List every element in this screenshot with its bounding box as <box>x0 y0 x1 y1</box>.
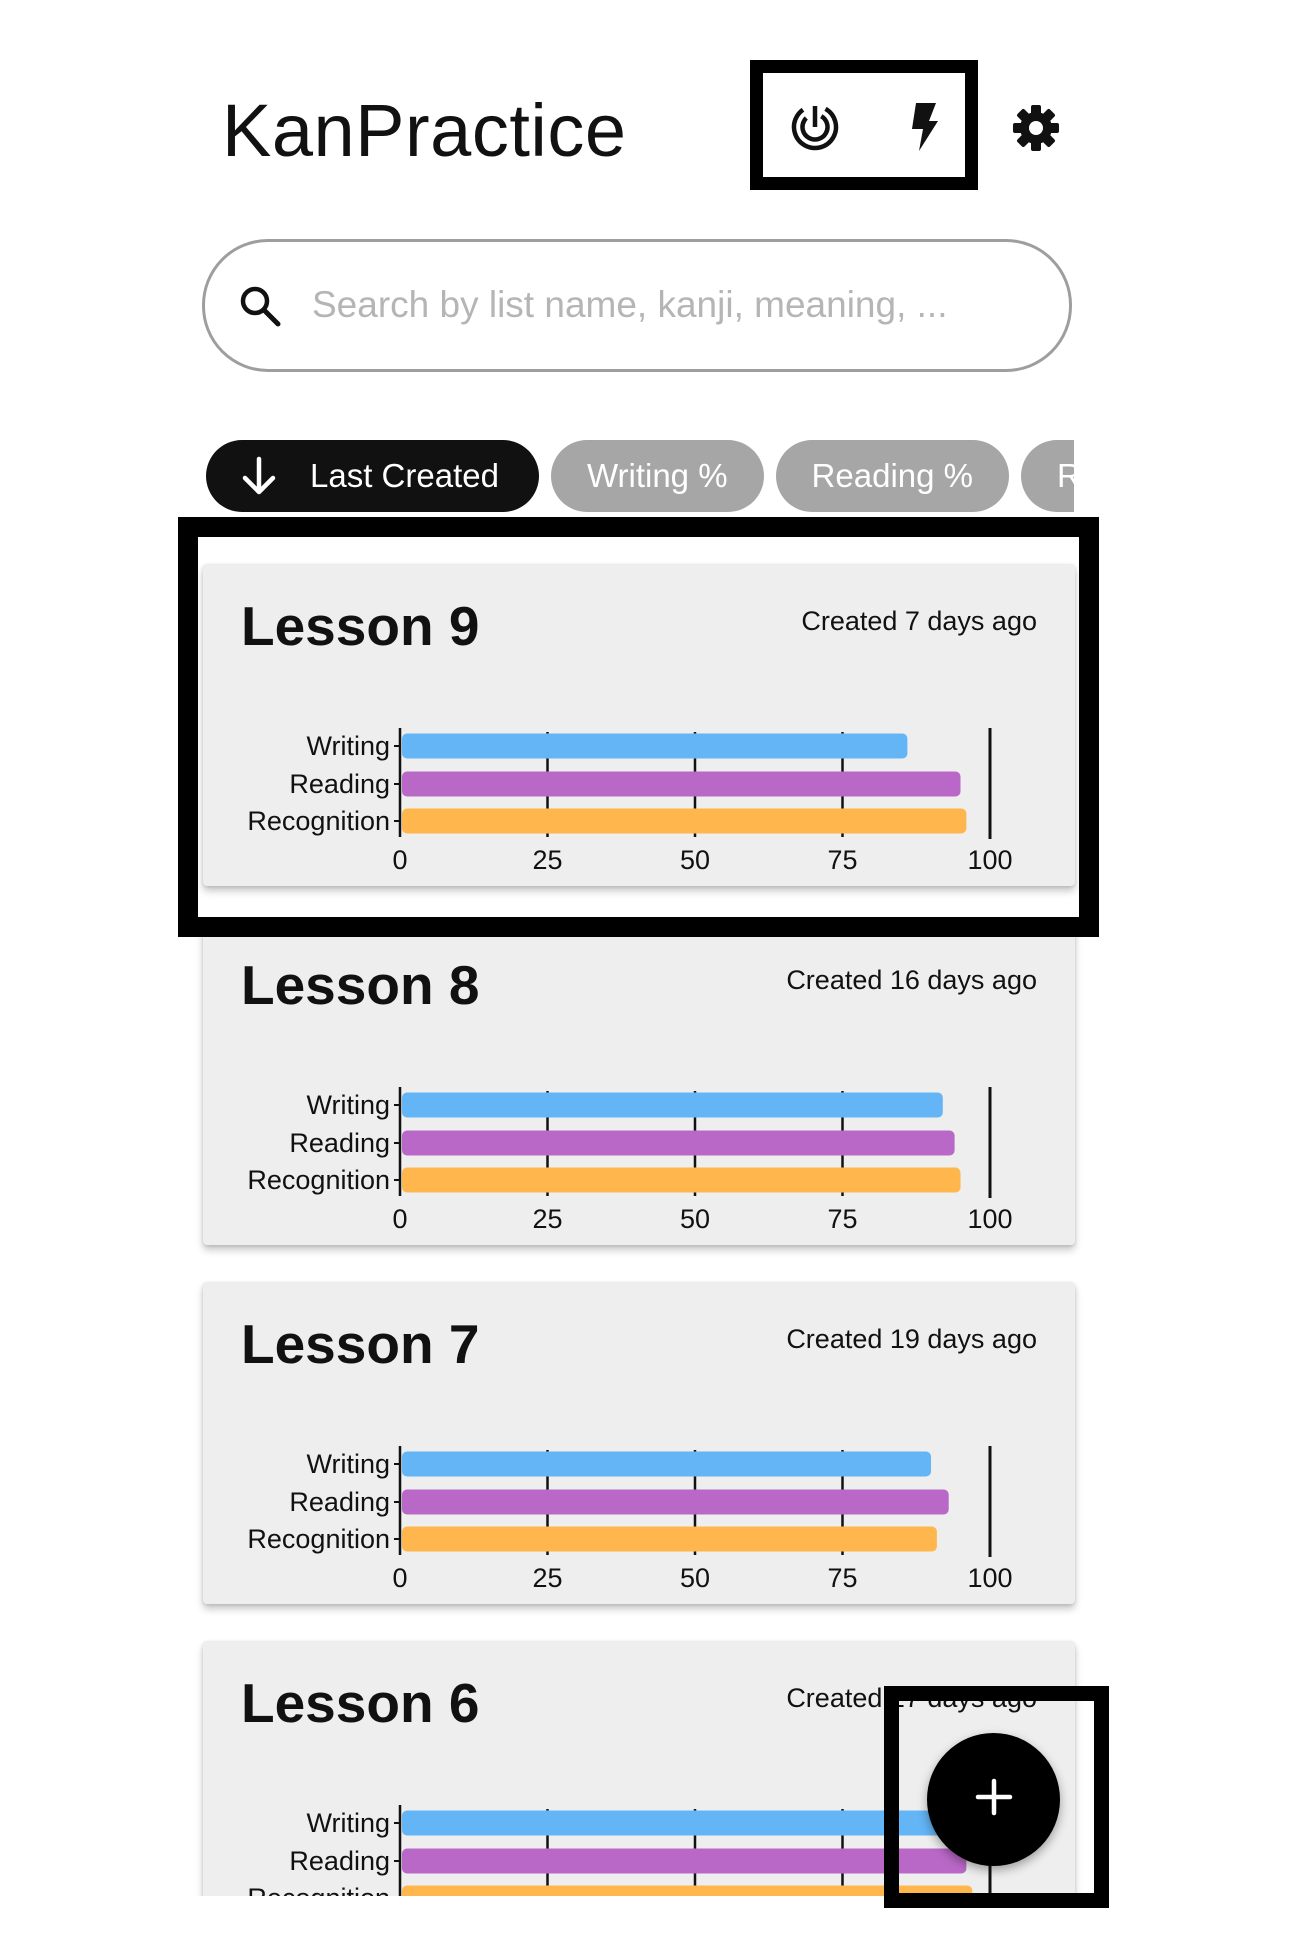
list-created-date: Created 19 days ago <box>786 1324 1037 1354</box>
progress-chart: Writing Reading Recognition0 25 50 75 100 <box>247 728 1013 874</box>
bar-recognition <box>402 1526 937 1552</box>
x-tick-label: 75 <box>827 1563 857 1592</box>
x-tick-label: 0 <box>392 1204 407 1233</box>
category-label: Reading <box>289 769 390 799</box>
bar-reading <box>402 1489 949 1515</box>
list-card[interactable]: Lesson 9 Created 7 days ago Writing Readi… <box>203 564 1075 886</box>
bar-writing <box>402 1810 943 1836</box>
list-card[interactable]: Lesson 7 Created 19 days ago Writing Read… <box>203 1282 1075 1604</box>
bolt-icon[interactable] <box>905 102 945 152</box>
category-label: Recognition <box>247 806 390 836</box>
filter-chip-label: Reading % <box>811 457 973 494</box>
progress-chart: Writing Reading Recognition0 25 50 75 100 <box>247 1087 1013 1233</box>
x-tick-label: 25 <box>532 1204 562 1233</box>
x-tick-label: 0 <box>392 1563 407 1592</box>
x-tick-label: 25 <box>532 845 562 874</box>
filter-chip-writing[interactable]: Writing % <box>550 440 764 512</box>
search-bar[interactable] <box>202 239 1072 372</box>
bar-writing <box>402 1451 931 1477</box>
progress-chart: Writing Reading Recognition0 25 50 75 100 <box>247 1446 1013 1592</box>
filter-chip-last-created[interactable]: Last Created <box>206 440 539 512</box>
x-tick-label: 75 <box>827 1204 857 1233</box>
list-title: Lesson 7 <box>241 1313 480 1375</box>
list-created-date: Created 7 days ago <box>801 606 1037 636</box>
list-card[interactable]: Lesson 8 Created 16 days ago Writing Read… <box>203 923 1075 1245</box>
x-tick-label: 100 <box>967 1204 1012 1233</box>
bar-reading <box>402 1848 967 1874</box>
x-tick-label: 50 <box>680 1563 710 1592</box>
filter-chip-reading[interactable]: Reading % <box>775 440 1009 512</box>
plus-icon <box>972 1775 1016 1824</box>
filter-chip-label: Last Created <box>310 457 499 494</box>
bar-reading <box>402 771 961 797</box>
x-tick-label: 25 <box>532 1563 562 1592</box>
x-tick-label: 50 <box>680 845 710 874</box>
filter-chip-label: Writing % <box>586 457 728 494</box>
bar-writing <box>402 733 908 759</box>
lists-container: Lesson 9 Created 7 days ago Writing Readi… <box>0 540 1310 1896</box>
list-title: Lesson 9 <box>241 595 480 657</box>
bar-recognition <box>402 1167 961 1193</box>
arrow-down-icon <box>238 455 280 497</box>
category-label: Writing <box>306 1449 390 1479</box>
list-created-date: Created 16 days ago <box>786 965 1037 995</box>
app-title: KanPractice <box>222 89 627 172</box>
category-label: Writing <box>306 1090 390 1120</box>
category-label: Reading <box>289 1487 390 1517</box>
category-label: Writing <box>306 1808 390 1838</box>
x-tick-label: 50 <box>680 1204 710 1233</box>
add-list-button[interactable] <box>927 1733 1060 1866</box>
category-label: Writing <box>306 731 390 761</box>
filter-chip-recognition[interactable]: Recognition % <box>1021 440 1074 512</box>
settings-icon[interactable] <box>1012 104 1060 152</box>
category-label: Recognition <box>247 1524 390 1554</box>
list-title: Lesson 6 <box>241 1672 480 1734</box>
category-label: Reading <box>289 1846 390 1876</box>
search-input[interactable] <box>312 272 1012 338</box>
list-title: Lesson 8 <box>241 954 480 1016</box>
category-label: Recognition <box>247 1883 390 1896</box>
bar-reading <box>402 1130 955 1156</box>
search-icon <box>238 284 282 328</box>
x-tick-label: 100 <box>967 1563 1012 1592</box>
filter-chips: Last Created Writing % Reading % Recogni… <box>206 440 1074 516</box>
category-label: Reading <box>289 1128 390 1158</box>
bar-writing <box>402 1092 943 1118</box>
bar-recognition <box>402 808 967 834</box>
x-tick-label: 0 <box>392 845 407 874</box>
category-label: Recognition <box>247 1165 390 1195</box>
filter-chip-label: Recognition % <box>1057 457 1074 494</box>
x-tick-label: 75 <box>827 845 857 874</box>
x-tick-label: 100 <box>967 845 1012 874</box>
stats-icon[interactable] <box>790 102 840 152</box>
